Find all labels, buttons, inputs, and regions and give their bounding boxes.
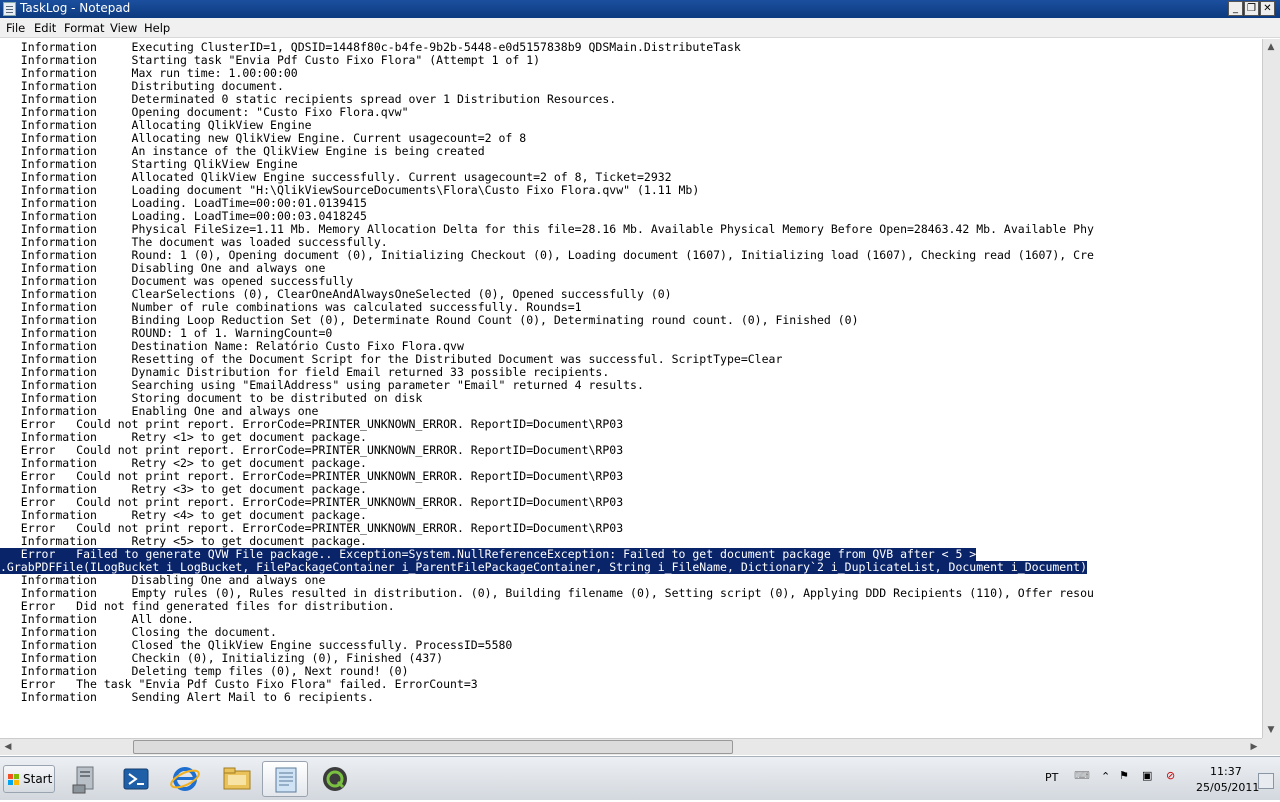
title-bar[interactable]: TaskLog - Notepad _ ❐ ✕ xyxy=(0,0,1280,18)
menu-view[interactable]: View xyxy=(110,21,137,35)
scroll-left-icon[interactable]: ◀ xyxy=(0,739,16,755)
windows-logo-icon xyxy=(8,774,20,786)
horizontal-scrollbar[interactable]: ◀ ▶ xyxy=(0,738,1262,755)
menu-edit[interactable]: Edit xyxy=(34,21,56,35)
taskbar-qlikview[interactable] xyxy=(312,761,358,797)
language-indicator[interactable]: PT xyxy=(1045,771,1058,784)
window-title: TaskLog - Notepad xyxy=(20,1,131,15)
scrollbar-corner xyxy=(1262,738,1280,755)
show-desktop-button[interactable] xyxy=(1258,773,1274,789)
menu-format[interactable]: Format xyxy=(64,21,105,35)
clock-time[interactable]: 11:37 xyxy=(1210,765,1242,778)
taskbar-windows-explorer[interactable] xyxy=(214,761,260,797)
vertical-scrollbar[interactable]: ▲ ▼ xyxy=(1262,39,1280,738)
scroll-right-icon[interactable]: ▶ xyxy=(1246,739,1262,755)
taskbar-notepad[interactable] xyxy=(262,761,308,797)
horizontal-scroll-thumb[interactable] xyxy=(133,740,733,754)
menu-help[interactable]: Help xyxy=(144,21,170,35)
server-manager-icon xyxy=(72,766,94,794)
internet-explorer-icon xyxy=(170,767,200,791)
taskbar: Start PT ⌨ ⌃ ⚑ ▣ ⊘ 11:37 25/05/2011 xyxy=(0,756,1280,800)
scroll-down-icon[interactable]: ▼ xyxy=(1263,722,1279,738)
qlikview-icon xyxy=(323,767,347,791)
taskbar-server-manager[interactable] xyxy=(63,761,109,797)
network-icon[interactable]: ▣ xyxy=(1142,769,1152,782)
taskbar-powershell[interactable] xyxy=(113,761,159,797)
start-button[interactable]: Start xyxy=(3,765,55,793)
keyboard-icon[interactable]: ⌨ xyxy=(1074,769,1090,782)
windows-explorer-icon xyxy=(223,767,251,790)
powershell-icon xyxy=(123,768,149,790)
show-hidden-icons-icon[interactable]: ⌃ xyxy=(1101,770,1110,783)
clock-date[interactable]: 25/05/2011 xyxy=(1196,781,1259,794)
menu-file[interactable]: File xyxy=(6,21,25,35)
taskbar-internet-explorer[interactable] xyxy=(162,761,208,797)
maximize-button[interactable]: ❐ xyxy=(1244,1,1259,16)
menu-bar: File Edit Format View Help xyxy=(0,18,1280,38)
scroll-up-icon[interactable]: ▲ xyxy=(1263,39,1279,55)
close-button[interactable]: ✕ xyxy=(1260,1,1275,16)
notepad-icon xyxy=(3,2,16,16)
notepad-icon xyxy=(275,767,297,793)
minimize-button[interactable]: _ xyxy=(1228,1,1243,16)
text-editor[interactable]: Information Executing ClusterID=1, QDSID… xyxy=(0,39,1262,738)
log-line[interactable]: Information Sending Alert Mail to 6 reci… xyxy=(0,691,374,704)
volume-muted-icon[interactable]: ⊘ xyxy=(1166,769,1175,782)
start-label: Start xyxy=(23,772,53,786)
action-center-flag-icon[interactable]: ⚑ xyxy=(1119,769,1129,782)
